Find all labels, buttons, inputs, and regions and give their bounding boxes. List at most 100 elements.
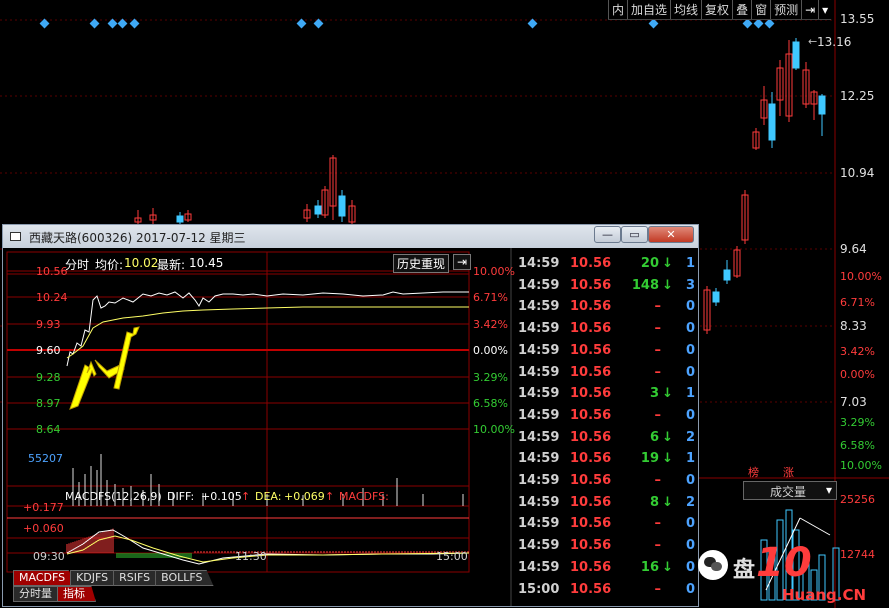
price-label: 10.24 <box>36 291 68 304</box>
price-axis-label: 10.94 <box>840 166 875 180</box>
down-arrow-icon: ↓ <box>662 494 673 510</box>
avg-price-value: 10.02 <box>124 256 159 270</box>
tick-price: 10.56 <box>570 516 612 532</box>
tick-price: 10.56 <box>570 364 612 380</box>
pct-axis-label: 10.00% <box>840 459 882 472</box>
pct-label: 6.58% <box>473 397 508 410</box>
toolbar-overlay-button[interactable]: 叠 <box>732 0 751 19</box>
tick-count: 0 <box>685 407 695 423</box>
tick-count: 1 <box>685 451 695 467</box>
tab-intraday-volume[interactable]: 分时量 <box>13 586 63 602</box>
toolbar-ma-button[interactable]: 均线 <box>670 0 701 19</box>
window-title: 西藏天路(600326) 2017-07-12 星期三 <box>29 231 246 245</box>
tick-time: 14:59 <box>518 277 560 293</box>
tick-row: 14:59 10.56 – 0 <box>514 471 697 492</box>
price-axis-label: 7.03 <box>840 395 867 409</box>
tick-count: 0 <box>685 581 695 597</box>
down-arrow-icon: ↓ <box>662 277 673 293</box>
pct-label: 0.00% <box>473 344 508 357</box>
tick-price: 10.56 <box>570 581 612 597</box>
kline-candle <box>792 41 800 69</box>
tick-row: 14:59 10.56 – 0 <box>514 514 697 535</box>
tick-row: 14:59 10.56 – 0 <box>514 536 697 557</box>
latest-price-value: 10.45 <box>189 256 224 270</box>
limit-up-badge[interactable]: 涨 <box>783 464 794 480</box>
tick-time: 15:00 <box>518 581 560 597</box>
pct-label: 10.00% <box>473 265 515 278</box>
tick-price: 10.56 <box>570 494 612 510</box>
close-button[interactable]: ✕ <box>648 226 694 243</box>
tick-volume: – <box>654 473 662 488</box>
toolbar-forecast-button[interactable]: 预测 <box>770 0 801 19</box>
tick-time: 14:59 <box>518 516 560 532</box>
tick-count: 1 <box>685 386 695 402</box>
tick-count: 1 <box>685 256 695 271</box>
tick-time: 14:59 <box>518 473 560 488</box>
tick-time: 14:59 <box>518 559 560 575</box>
tick-count: 0 <box>685 364 695 380</box>
toolbar-add-watchlist-button[interactable]: 加自选 <box>627 0 670 19</box>
tab-rsifs[interactable]: RSIFS <box>113 570 162 586</box>
pct-label: 3.29% <box>473 371 508 384</box>
pct-axis-label: 6.58% <box>840 439 875 452</box>
volume-axis-label: 25256 <box>840 493 875 506</box>
latest-price-label: 最新: <box>157 258 186 272</box>
toolbar-intraday-button[interactable]: 内 <box>608 0 627 19</box>
up-arrow-icon: ↑ <box>241 490 251 503</box>
window-titlebar[interactable]: 西藏天路(600326) 2017-07-12 星期三 — ▭ ✕ <box>3 225 698 248</box>
tick-row: 14:59 10.56 8 ↓ 2 <box>514 493 697 514</box>
dropdown-arrow-icon[interactable]: ▾ <box>818 0 831 19</box>
wechat-logo-icon <box>698 550 728 580</box>
tick-volume: – <box>654 364 662 380</box>
toolbar-window-button[interactable]: 窗 <box>751 0 770 19</box>
tick-volume: 8 <box>649 494 659 510</box>
tick-count: 0 <box>685 342 695 358</box>
collapse-panel-icon[interactable]: ⇥ <box>801 0 818 19</box>
price-axis-label: 8.33 <box>840 319 867 333</box>
tick-count: 0 <box>685 516 695 532</box>
high-price-label: 13.16 <box>817 35 852 49</box>
macdfs-label: MACDFS: <box>339 490 389 503</box>
history-replay-button[interactable]: 历史重现 <box>393 254 450 273</box>
time-axis-label: 15:00 <box>436 550 468 563</box>
tab-bollfs[interactable]: BOLLFS <box>155 570 214 586</box>
svg-text:←: ← <box>808 35 817 48</box>
tick-volume: – <box>654 342 662 358</box>
ranking-badge[interactable]: 榜 <box>748 464 759 480</box>
tick-row: 14:59 10.56 – 0 <box>514 363 697 384</box>
tick-price: 10.56 <box>570 321 612 337</box>
tick-count: 0 <box>685 538 695 554</box>
tick-time: 14:59 <box>518 386 560 402</box>
indicator-select[interactable]: 成交量 ▾ <box>743 481 837 500</box>
tick-volume: 19 <box>640 451 659 467</box>
price-axis-label: 9.64 <box>840 242 867 256</box>
tick-volume: – <box>654 538 662 554</box>
pct-label: 3.42% <box>473 318 508 331</box>
tick-price: 10.56 <box>570 299 612 315</box>
pct-label: 10.00% <box>473 423 515 436</box>
tick-time: 14:59 <box>518 256 560 271</box>
kline-candle <box>723 269 731 281</box>
tick-price: 10.56 <box>570 559 612 575</box>
pct-label: 6.71% <box>473 291 508 304</box>
watermark-text: 盘 <box>733 558 756 583</box>
maximize-button[interactable]: ▭ <box>621 226 648 243</box>
pct-axis-label: 10.00% <box>840 270 882 283</box>
pct-axis-label: 6.71% <box>840 296 875 309</box>
tab-indicator[interactable]: 指标 <box>57 586 96 602</box>
indicator-select-value: 成交量 <box>770 485 807 499</box>
tick-row: 14:59 10.56 16 ↓ 0 <box>514 558 697 579</box>
tick-time: 14:59 <box>518 538 560 554</box>
collapse-panel-icon[interactable]: ⇥ <box>453 254 472 270</box>
toolbar-adjust-button[interactable]: 复权 <box>701 0 732 19</box>
pct-axis-label: 3.29% <box>840 416 875 429</box>
tick-row: 14:59 10.56 – 0 <box>514 297 697 318</box>
kline-candle <box>314 205 322 215</box>
down-arrow-icon: ↓ <box>662 256 673 271</box>
time-axis-label: 11:30 <box>235 550 267 563</box>
price-label: 10.56 <box>36 265 68 278</box>
tab-kdjfs[interactable]: KDJFS <box>70 570 120 586</box>
watermark-domain: Huang.CN <box>782 586 867 604</box>
minimize-button[interactable]: — <box>594 226 621 243</box>
tab-macdfs[interactable]: MACDFS <box>13 570 77 586</box>
